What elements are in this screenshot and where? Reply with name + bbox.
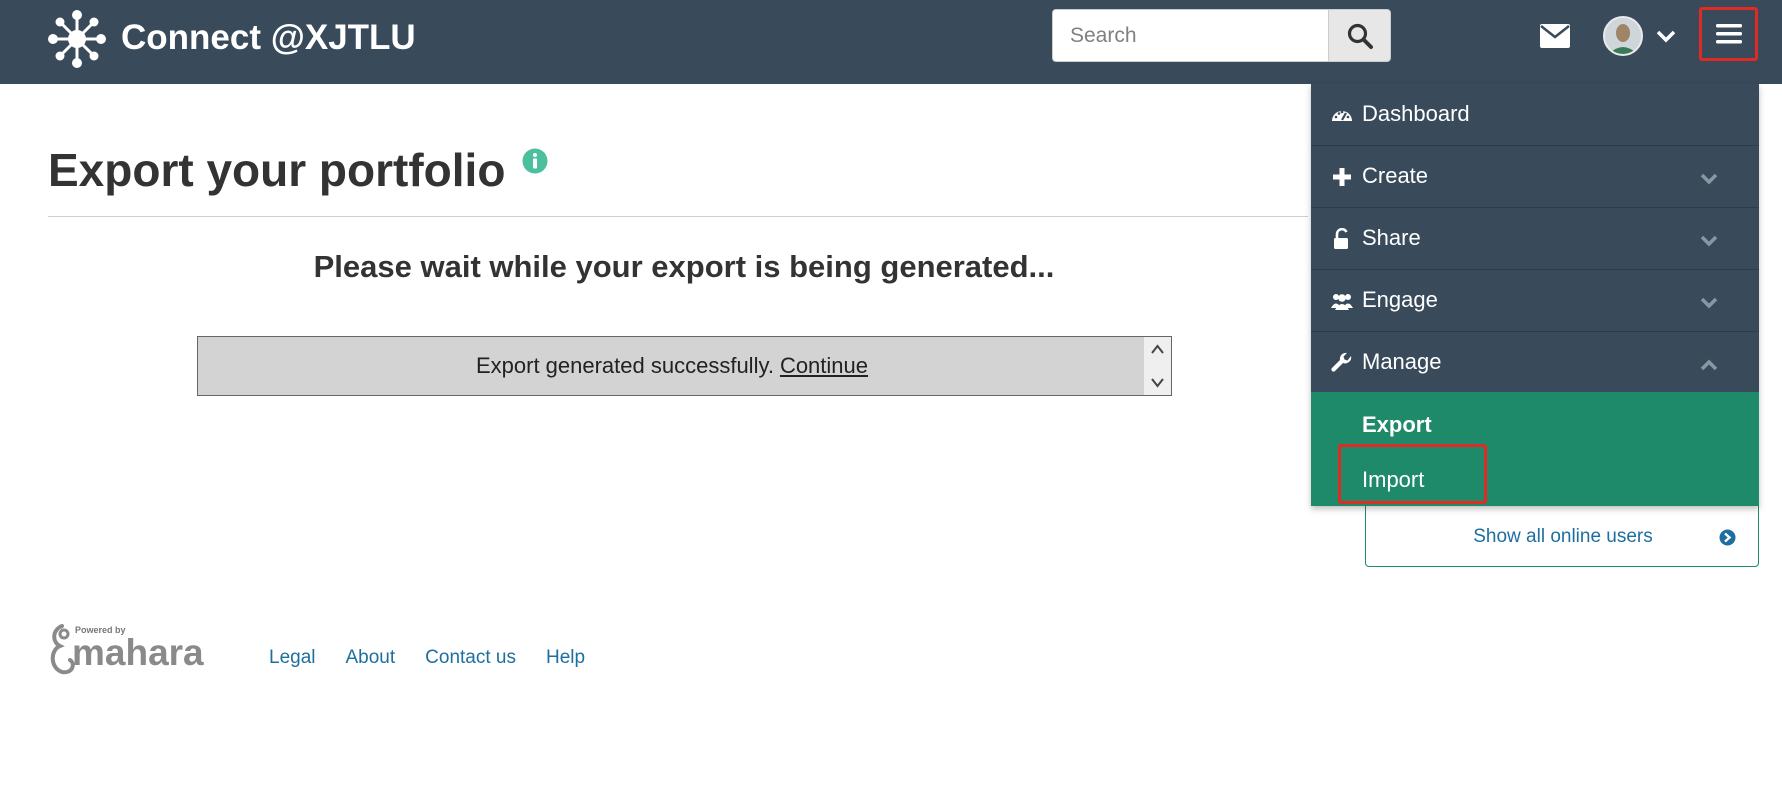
footer-link-legal[interactable]: Legal (269, 647, 316, 669)
footer-link-about[interactable]: About (346, 647, 396, 669)
scroll-up-arrow-icon[interactable] (1150, 343, 1165, 355)
scroll-down-arrow-icon[interactable] (1150, 377, 1165, 389)
hamburger-menu-icon (1715, 24, 1742, 44)
top-navbar: Connect @XJTLU (0, 0, 1782, 84)
frame-scrollbar[interactable] (1144, 337, 1171, 395)
search-input[interactable] (1052, 9, 1328, 62)
site-logo-icon[interactable] (48, 10, 106, 68)
export-status-text: Export generated successfully. Continue (198, 337, 1146, 395)
nav-label-share: Share (1362, 225, 1421, 250)
chevron-down-icon[interactable] (1655, 28, 1677, 44)
title-divider (48, 216, 1308, 217)
footer-links: Legal About Contact us Help (269, 647, 615, 669)
nav-label-engage: Engage (1362, 287, 1438, 312)
main-menu-toggle-button[interactable] (1699, 7, 1758, 61)
chevron-down-icon (1700, 235, 1718, 247)
nav-item-manage[interactable]: Manage (1311, 332, 1759, 394)
export-progress-frame: Export generated successfully. Continue (197, 336, 1172, 396)
search-button[interactable] (1328, 9, 1391, 62)
main-nav-dropdown: Dashboard Create Share Engage Manage Exp… (1311, 84, 1759, 506)
manage-submenu: Export Import (1311, 392, 1759, 506)
search-form (1052, 9, 1391, 62)
nav-label-manage: Manage (1362, 349, 1442, 374)
footer-link-contact[interactable]: Contact us (425, 647, 516, 669)
submenu-item-export[interactable]: Export (1362, 412, 1432, 438)
nav-item-share[interactable]: Share (1311, 208, 1759, 270)
chevron-down-icon (1700, 173, 1718, 185)
info-icon[interactable] (522, 148, 548, 174)
wrench-icon (1331, 352, 1352, 372)
continue-link[interactable]: Continue (780, 353, 868, 379)
footer-link-help[interactable]: Help (546, 647, 585, 669)
unlock-icon (1334, 228, 1348, 249)
powered-by-mahara-logo[interactable]: Powered by mahara (48, 620, 228, 678)
users-icon (1331, 294, 1353, 310)
nav-item-engage[interactable]: Engage (1311, 270, 1759, 332)
nav-item-dashboard[interactable]: Dashboard (1311, 84, 1759, 146)
chevron-up-icon (1700, 359, 1718, 371)
mail-icon[interactable] (1540, 24, 1570, 48)
arrow-circle-right-icon[interactable] (1719, 529, 1736, 546)
nav-label-dashboard: Dashboard (1362, 101, 1470, 126)
plus-icon (1333, 168, 1351, 186)
dashboard-icon (1332, 110, 1352, 121)
chevron-down-icon (1700, 297, 1718, 309)
page-title: Export your portfolio (48, 144, 506, 196)
online-users-panel: Show all online users (1365, 496, 1759, 567)
search-icon (1347, 23, 1373, 49)
submenu-item-import[interactable]: Import (1362, 467, 1424, 493)
svg-text:mahara: mahara (72, 632, 204, 673)
user-avatar[interactable] (1603, 16, 1643, 56)
avatar-image (1605, 18, 1641, 54)
export-wait-message: Please wait while your export is being g… (313, 249, 1055, 284)
site-title[interactable]: Connect @XJTLU (121, 18, 416, 58)
show-online-users-link[interactable]: Show all online users (1366, 526, 1760, 548)
export-success-message: Export generated successfully. (475, 353, 774, 378)
nav-label-create: Create (1362, 163, 1429, 188)
nav-item-create[interactable]: Create (1311, 146, 1759, 208)
